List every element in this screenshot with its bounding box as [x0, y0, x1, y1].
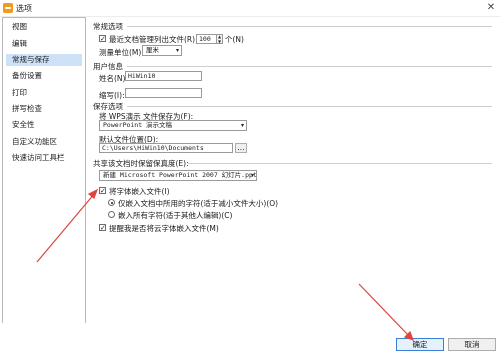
arrow-to-ok [358, 283, 411, 338]
annotation-arrows [36, 188, 415, 342]
arrow-to-embed-fonts [36, 192, 96, 263]
arrowhead-embed-fonts [87, 188, 99, 199]
